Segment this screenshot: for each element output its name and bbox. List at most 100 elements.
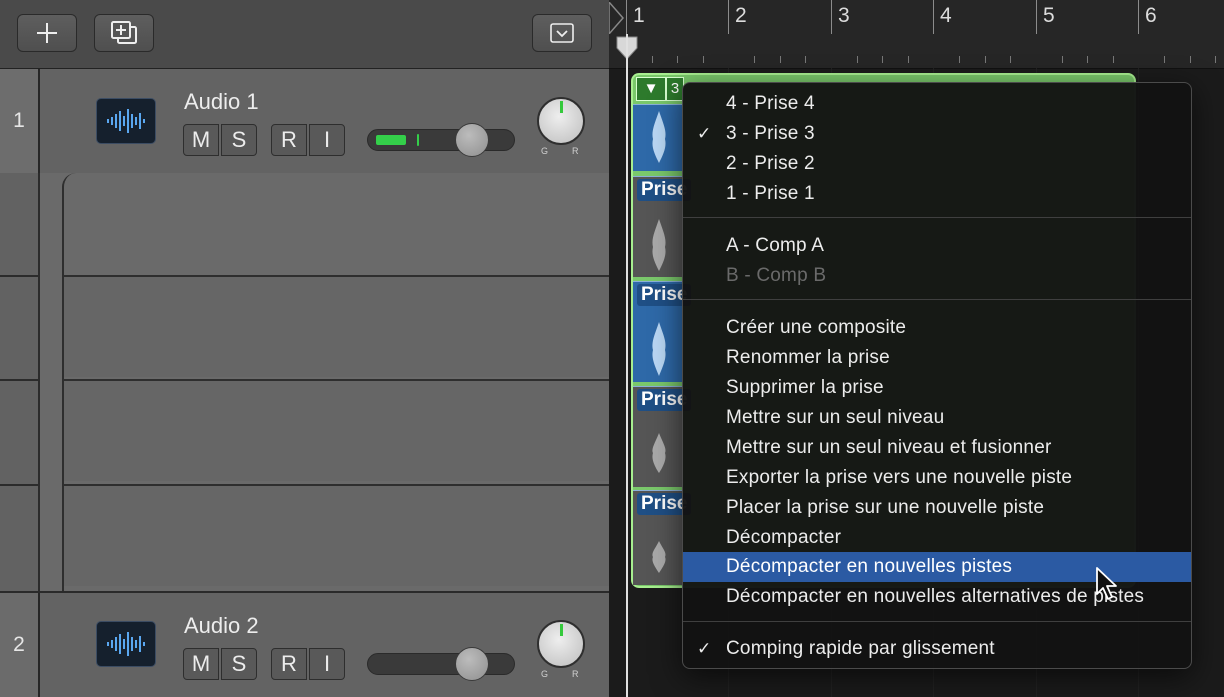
menu-item-move-take[interactable]: Placer la prise sur une nouvelle piste	[683, 493, 1191, 523]
waveform-icon	[652, 322, 666, 376]
track-header-toolbar	[0, 0, 609, 70]
duplicate-track-icon	[111, 21, 137, 44]
plus-icon	[37, 23, 57, 43]
take-region[interactable]: Prise	[633, 176, 692, 277]
menu-item-take-1[interactable]: 1 - Prise 1	[683, 179, 1191, 209]
ruler-subtick	[703, 56, 704, 63]
take-region-selected[interactable]: Prise	[633, 281, 692, 382]
ruler-subtick	[1087, 56, 1088, 63]
menu-separator	[683, 217, 1191, 218]
bar-number: 2	[735, 4, 747, 27]
track-number: 1	[0, 69, 40, 173]
ruler-subtick	[1010, 56, 1011, 63]
level-meter	[376, 135, 406, 145]
take-region[interactable]: Prise	[633, 386, 692, 487]
ruler-subtick	[780, 56, 781, 63]
record-enable-button[interactable]: R	[271, 648, 307, 680]
playhead-line[interactable]	[626, 34, 628, 697]
track-row-audio-1[interactable]: 1 Audio 1 M S R I G R	[0, 69, 609, 173]
solo-button[interactable]: S	[221, 648, 257, 680]
waveform-icon	[652, 541, 666, 573]
track-name[interactable]: Audio 1	[184, 89, 259, 115]
add-track-button[interactable]	[17, 14, 77, 52]
menu-item-quick-swipe-comping[interactable]: ✓ Comping rapide par glissement	[683, 634, 1191, 664]
volume-fader-knob[interactable]	[455, 123, 489, 157]
menu-item-label: Comping rapide par glissement	[726, 638, 995, 659]
track-header-area: 1 Audio 1 M S R I G R 2 Audio 2 M S R I …	[0, 0, 609, 697]
input-monitor-button[interactable]: I	[309, 124, 345, 156]
volume-fader[interactable]	[367, 653, 515, 675]
take-region[interactable]: Prise	[633, 490, 692, 585]
take-folder-collapse-button[interactable]: ▼	[636, 77, 666, 101]
audio-waveform-icon	[96, 621, 156, 667]
mute-button[interactable]: M	[183, 124, 219, 156]
pan-label-r: R	[572, 146, 579, 156]
duplicate-track-button[interactable]	[94, 14, 154, 52]
take-region-active[interactable]	[633, 104, 683, 171]
waveform-icon	[652, 433, 666, 473]
menu-item-unpack[interactable]: Décompacter	[683, 523, 1191, 553]
menu-item-take-4[interactable]: 4 - Prise 4	[683, 89, 1191, 119]
menu-item-take-3[interactable]: ✓ 3 - Prise 3	[683, 119, 1191, 149]
ruler-subtick	[882, 56, 883, 63]
mouse-pointer-icon	[1096, 567, 1117, 600]
audio-waveform-icon	[96, 98, 156, 144]
bar-tick	[831, 0, 832, 34]
pan-label-r: R	[572, 669, 579, 679]
checkmark-icon: ✓	[697, 124, 712, 143]
pan-label-g: G	[541, 146, 549, 156]
menu-separator	[683, 299, 1191, 300]
menu-item-comp-a[interactable]: A - Comp A	[683, 231, 1191, 261]
mute-button[interactable]: M	[183, 648, 219, 680]
bar-tick	[728, 0, 729, 34]
track-name[interactable]: Audio 2	[184, 613, 259, 639]
ruler-subtick	[754, 56, 755, 63]
bar-number: 1	[633, 4, 645, 27]
menu-item-take-2[interactable]: 2 - Prise 2	[683, 149, 1191, 179]
ruler-subtick	[1113, 56, 1114, 63]
gutter-divider	[0, 379, 40, 381]
chevron-down-icon	[550, 23, 574, 43]
ruler-subtick	[985, 56, 986, 63]
left-edge-marker-icon	[609, 2, 624, 34]
take-lane[interactable]	[64, 379, 609, 481]
bar-number: 6	[1145, 4, 1157, 27]
menu-item-create-comp[interactable]: Créer une composite	[683, 313, 1191, 343]
ruler-subtick	[652, 56, 653, 63]
menu-item-delete-take[interactable]: Supprimer la prise	[683, 373, 1191, 403]
bar-ruler[interactable]: 1 2 3 4 5 6	[609, 0, 1224, 69]
bar-tick	[1138, 0, 1139, 34]
pan-knob[interactable]	[537, 97, 585, 145]
bar-tick	[1036, 0, 1037, 34]
bar-number: 4	[940, 4, 952, 27]
global-tracks-button[interactable]	[532, 14, 592, 52]
ruler-subtick	[857, 56, 858, 63]
record-enable-button[interactable]: R	[271, 124, 307, 156]
bar-tick	[626, 0, 627, 34]
menu-item-rename-take[interactable]: Renommer la prise	[683, 343, 1191, 373]
take-lanes-gutter	[0, 173, 40, 591]
solo-button[interactable]: S	[221, 124, 257, 156]
menu-item-label: 4 - Prise 4	[726, 93, 815, 114]
ruler-subtick	[1190, 56, 1191, 63]
pan-knob[interactable]	[537, 620, 585, 668]
menu-item-flatten-merge[interactable]: Mettre sur un seul niveau et fusionner	[683, 433, 1191, 463]
menu-item-label: 2 - Prise 2	[726, 153, 815, 174]
menu-separator	[683, 621, 1191, 622]
ruler-subtick	[805, 56, 806, 63]
waveform-icon	[652, 111, 666, 163]
input-monitor-button[interactable]: I	[309, 648, 345, 680]
menu-item-comp-b: B - Comp B	[726, 265, 827, 286]
menu-item-export-take[interactable]: Exporter la prise vers une nouvelle pist…	[683, 463, 1191, 493]
gutter-divider	[0, 275, 40, 277]
take-lane[interactable]	[64, 275, 609, 377]
menu-item-flatten[interactable]: Mettre sur un seul niveau	[683, 403, 1191, 433]
ruler-subtick	[1062, 56, 1063, 63]
track-row-audio-2[interactable]: 2 Audio 2 M S R I G R	[0, 591, 609, 697]
take-lane[interactable]	[64, 484, 609, 586]
waveform-icon	[652, 219, 666, 271]
volume-fader-knob[interactable]	[455, 647, 489, 681]
level-meter-peak	[417, 134, 419, 146]
ruler-subtick	[1164, 56, 1165, 63]
menu-item-label: 3 - Prise 3	[726, 123, 815, 144]
